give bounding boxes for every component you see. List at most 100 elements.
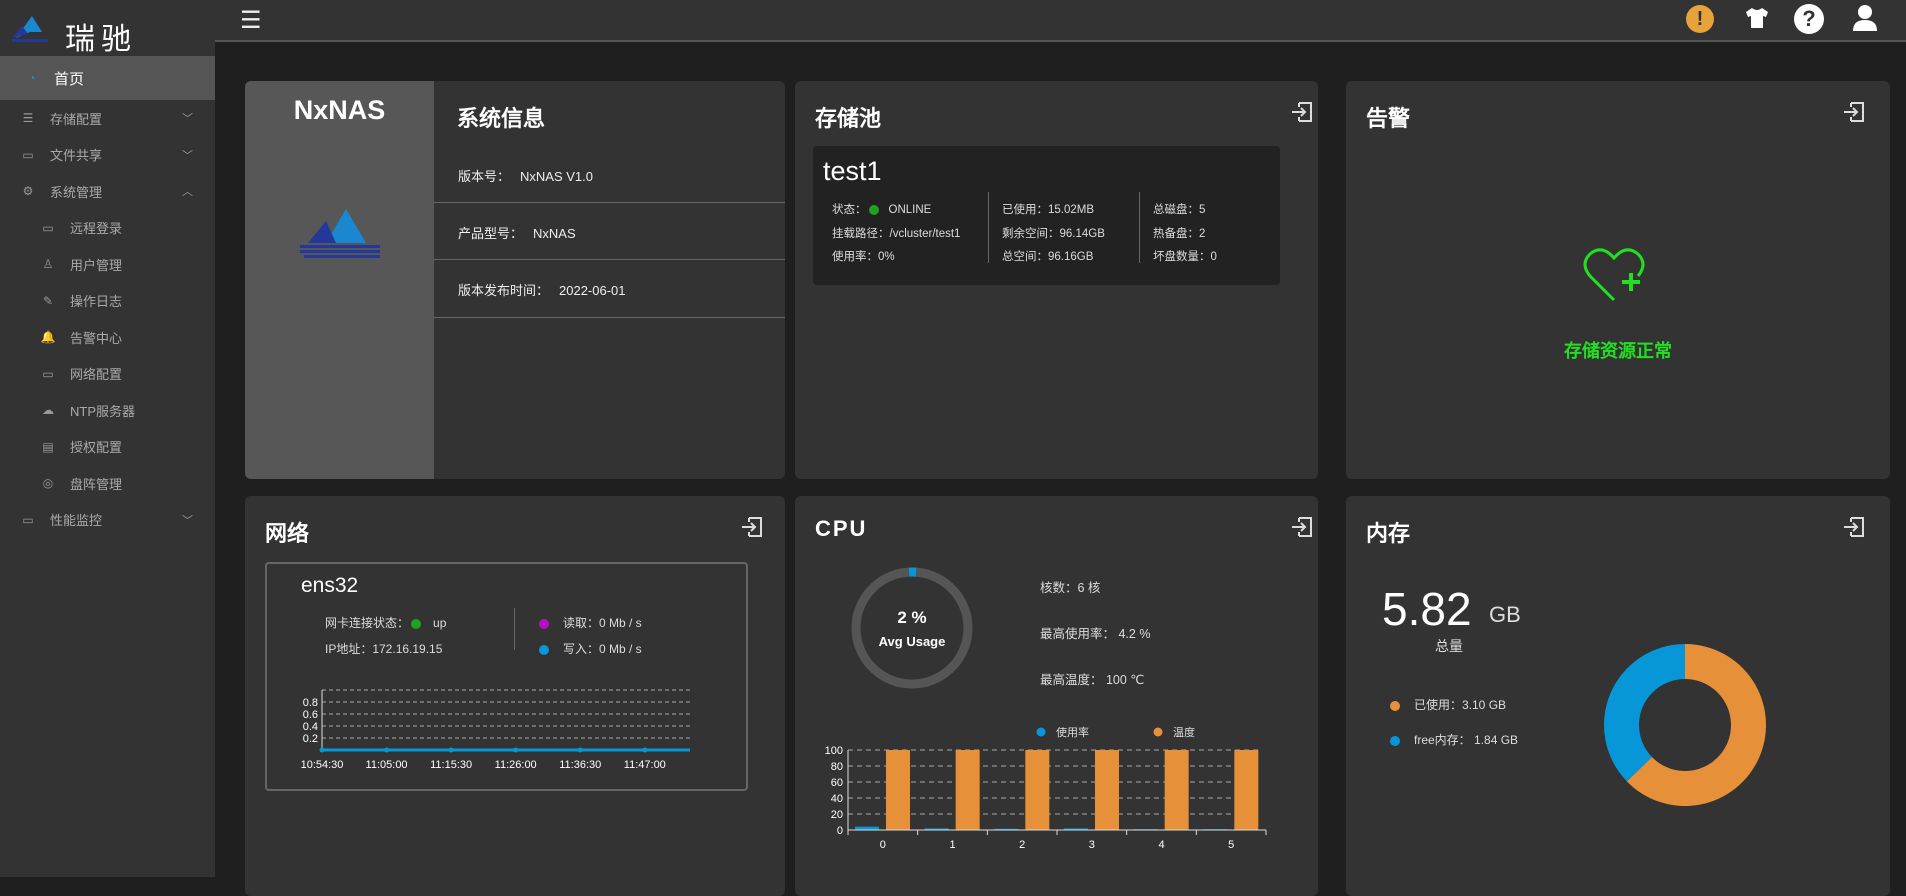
chevron-down-icon[interactable]: ﹀ xyxy=(182,147,193,163)
divider xyxy=(514,608,515,650)
x-tick-label: 10:54:30 xyxy=(301,759,344,771)
pool-item[interactable]: test1 状态： ONLINE 挂载路径：/vcluster/test1 使用率… xyxy=(813,146,1280,285)
y-tick-label: 60 xyxy=(831,777,843,789)
product-logo-icon xyxy=(300,209,380,258)
sidebar-item-label: 首页 xyxy=(54,70,85,88)
y-tick-label: 0.6 xyxy=(303,709,318,721)
y-tick-label: 0.8 xyxy=(303,697,318,709)
y-tick-label: 0 xyxy=(837,825,843,837)
disk-icon: ◎ xyxy=(42,476,54,490)
free-value: free内存： 1.84 GB xyxy=(1414,733,1519,747)
cpu-cores: 核数：6 核 xyxy=(1040,581,1101,595)
exit-icon[interactable] xyxy=(1843,517,1865,537)
interface-name: ens32 xyxy=(301,574,359,597)
pool-bad: 坏盘数量：0 xyxy=(1153,251,1217,263)
model-row: 产品型号： NxNAS xyxy=(458,223,576,242)
data-point xyxy=(448,747,454,753)
cpu-title: CPU xyxy=(815,516,868,541)
release-date-value: 2022-06-01 xyxy=(559,283,626,298)
cpu-max-temp: 最高温度： 100 ℃ xyxy=(1040,673,1145,687)
write-rate: 写入：0 Mb / s xyxy=(539,640,642,657)
bell-icon: 🔔 xyxy=(40,330,56,344)
cloud-icon: ☁ xyxy=(42,403,54,417)
release-date-label: 版本发布时间： xyxy=(458,283,550,298)
x-tick-label: 11:15:30 xyxy=(430,759,472,771)
divider xyxy=(434,259,785,260)
menu-toggle-icon[interactable]: ☰ xyxy=(240,6,262,35)
sidebar-item-3[interactable]: ⚙ 系统管理 ︿ xyxy=(0,173,215,209)
legend-temp: 温度 xyxy=(1173,725,1195,739)
y-tick-label: 100 xyxy=(825,745,843,757)
used-dot-icon xyxy=(1390,700,1400,711)
divider xyxy=(1139,192,1140,263)
pool-title: 存储池 xyxy=(815,106,882,131)
product-panel: NxNAS xyxy=(245,81,434,479)
usage-bar xyxy=(855,826,879,830)
pool-usage: 使用率：0% xyxy=(832,251,895,263)
pool-mount: 挂载路径：/vcluster/test1 xyxy=(832,228,961,240)
divider xyxy=(988,192,989,263)
user-icon[interactable] xyxy=(1852,4,1878,32)
user-icon: ♙ xyxy=(42,257,54,271)
sidebar-item-2[interactable]: ▭ 文件共享 ﹀ xyxy=(0,137,215,173)
pool-used: 已使用：15.02MB xyxy=(1002,204,1095,216)
sidebar-item-label: 性能监控 xyxy=(50,513,103,528)
x-tick-label: 5 xyxy=(1228,839,1234,851)
sidebar-item-7[interactable]: 🔔 告警中心 xyxy=(0,319,215,355)
exit-icon[interactable] xyxy=(1291,517,1313,537)
x-tick-label: 2 xyxy=(1019,839,1025,851)
x-tick-label: 1 xyxy=(949,839,955,851)
pool-name: test1 xyxy=(823,156,882,186)
chevron-down-icon[interactable]: ﹀ xyxy=(182,512,193,528)
chevron-down-icon[interactable]: ﹀ xyxy=(182,110,193,126)
x-tick-label: 11:05:00 xyxy=(366,759,408,771)
cpu-bar-chart: 使用率 温度 0 20 40 60 80 100 0 1 2 3 4 5 xyxy=(825,725,1267,851)
cpu-avg-gauge xyxy=(851,567,973,689)
sidebar-item-10[interactable]: ▤ 授权配置 xyxy=(0,429,215,465)
sidebar: 瑞驰 ◔ 首页 ☰ 存储配置 ﹀ ▭ 文件共享 ﹀ ⚙ 系统管理 ︿ ▭ 远程登录 ♙ 用户管理 ✎ 操作日志 🔔… xyxy=(0,0,215,877)
sidebar-item-label: 操作日志 xyxy=(70,294,123,309)
write-value: 写入：0 Mb / s xyxy=(563,642,642,656)
pool-total: 总空间：96.16GB xyxy=(1002,251,1094,263)
alert-icon[interactable]: ! xyxy=(1686,5,1714,33)
ip-address: IP地址：172.16.19.15 xyxy=(325,642,443,656)
cpu-max-usage: 最高使用率： 4.2 % xyxy=(1040,627,1151,641)
memory-total-label: 总量 xyxy=(1435,638,1463,654)
sidebar-item-8[interactable]: ▭ 网络配置 xyxy=(0,356,215,392)
data-point xyxy=(642,747,648,753)
status-label: 状态： xyxy=(832,204,867,216)
help-icon[interactable]: ? xyxy=(1794,4,1824,34)
y-tick-label: 0.2 xyxy=(303,733,318,745)
model-value: NxNAS xyxy=(533,226,576,241)
y-tick-label: 80 xyxy=(831,761,843,773)
read-rate: 读取：0 Mb / s xyxy=(539,614,642,631)
sidebar-item-11[interactable]: ◎ 盘阵管理 xyxy=(0,465,215,501)
data-point xyxy=(319,747,325,753)
logo-icon xyxy=(12,16,48,42)
sidebar-item-0[interactable]: ◔ 首页 xyxy=(0,56,215,100)
chart-icon: ▭ xyxy=(22,512,34,527)
legend-usage: 使用率 xyxy=(1056,725,1089,739)
exit-icon[interactable] xyxy=(1291,102,1313,122)
sidebar-item-label: 存储配置 xyxy=(50,111,103,127)
x-tick-label: 3 xyxy=(1089,839,1095,851)
version-value: NxNAS V1.0 xyxy=(520,169,593,184)
release-date-row: 版本发布时间： 2022-06-01 xyxy=(458,280,626,299)
sidebar-item-6[interactable]: ✎ 操作日志 xyxy=(0,283,215,319)
link-value: up xyxy=(433,616,447,630)
sidebar-item-9[interactable]: ☁ NTP服务器 xyxy=(0,392,215,428)
sidebar-item-5[interactable]: ♙ 用户管理 xyxy=(0,246,215,282)
tshirt-icon[interactable] xyxy=(1745,7,1769,29)
memory-donut-chart xyxy=(1604,644,1766,806)
sidebar-item-12[interactable]: ▭ 性能监控 ﹀ xyxy=(0,502,215,538)
temp-bar xyxy=(955,750,980,830)
sidebar-item-1[interactable]: ☰ 存储配置 ﹀ xyxy=(0,100,215,136)
exit-icon[interactable] xyxy=(741,517,763,537)
pool-disks: 总磁盘：5 xyxy=(1153,204,1206,216)
chevron-up-icon[interactable]: ︿ xyxy=(182,183,193,199)
temp-bar xyxy=(1025,750,1050,830)
network-line-chart: 0.20.40.60.8 10:54:30 11:05:00 11:15:30 11:2… xyxy=(301,689,690,771)
sidebar-item-4[interactable]: ▭ 远程登录 xyxy=(0,210,215,246)
exit-icon[interactable] xyxy=(1843,102,1865,122)
free-dot-icon xyxy=(1390,735,1400,746)
